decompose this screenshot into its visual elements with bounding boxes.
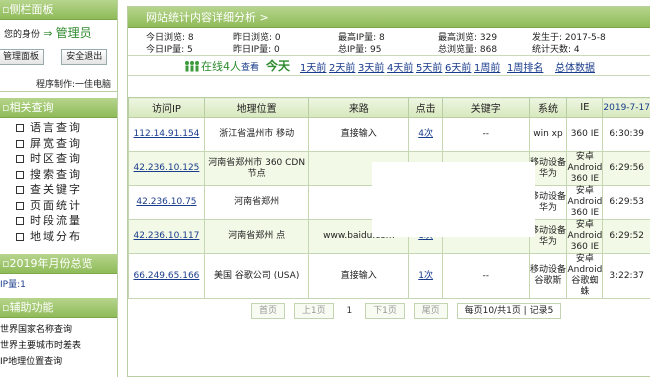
page-info: 每页10/共1页 | 记录5 [456,303,562,319]
time-cell: 3:22:37 [602,253,650,299]
ip-link[interactable]: 42.236.10.117 [134,231,200,241]
table-row: 112.14.91.154 浙江省温州市 移动 直接输入 4次 -- win x… [128,117,650,152]
people-icon [185,61,199,72]
range-4-days[interactable]: 4天前 [387,59,413,74]
logout-button[interactable]: 安全退出 [61,49,108,65]
view-online-link[interactable]: 查看 [241,63,259,73]
aux-link-ip-lookup[interactable]: IP地理位置查询 [0,354,117,370]
checkbox-icon [16,170,24,179]
nav-item-timezone[interactable]: 时区查询 [0,151,117,167]
range-6-days[interactable]: 6天前 [445,59,471,74]
col-clicks: 点击 [408,97,444,118]
col-date: 2019-7-17 [602,97,650,118]
manage-panel-button[interactable]: 管理面板 [0,49,45,65]
browser-cell: 安卓 Android 360 IE [566,219,604,254]
today-link[interactable]: 今天 [266,57,290,74]
nav-item-screen[interactable]: 屏宽查询 [0,136,117,152]
time-cell: 6:29:52 [602,219,650,254]
current-page: 1 [346,306,353,316]
total-ip: 总IP量: 95 [338,45,382,55]
next-page-button[interactable]: 下1页 [365,303,405,319]
source-cell: 直接输入 [308,117,410,152]
ip-link[interactable]: 112.14.91.154 [134,129,200,139]
range-3-days[interactable]: 3天前 [358,59,384,74]
system-cell: win xp [528,117,568,152]
year-section-title: ▫2019年月份总览 [0,254,117,274]
year-ip-count: IP量:1 [0,280,26,290]
ip-link[interactable]: 66.249.65.166 [134,271,200,281]
col-ip: 访问IP [128,97,205,118]
range-overall[interactable]: 总体数据 [555,59,595,74]
aux-section-title: ▫辅助功能 [0,298,117,318]
identity-label: 您的身份 [4,30,41,40]
ip-link[interactable]: 42.236.10.125 [134,163,200,173]
col-browser: IE [566,97,604,118]
query-section-title: ▫相关查询 [0,98,117,118]
col-location: 地理位置 [203,97,310,118]
location-cell: 河南省郑州市 360 CDN节点 [203,151,310,186]
stat-days: 统计天数: 4 [532,45,580,55]
range-2-days[interactable]: 2天前 [329,59,355,74]
checkbox-icon [16,139,24,148]
range-5-days[interactable]: 5天前 [416,59,442,74]
aux-link-countries[interactable]: 世界国家名称查询 [0,322,117,338]
checkbox-icon [16,186,24,194]
checkbox-icon [16,232,24,241]
location-cell: 浙江省温州市 移动 [203,117,310,152]
range-week-rank[interactable]: 1周排名 [507,59,543,74]
total-views: 总浏览量: 868 [438,45,498,55]
ip-link[interactable]: 42.236.10.75 [136,197,196,207]
nav-item-language[interactable]: 语言查询 [0,120,117,136]
redaction-box [372,162,535,237]
nav-item-keyword[interactable]: 查关键字 [0,182,117,198]
clicks-link[interactable]: 1次 [418,271,433,281]
system-cell: 移动设备谷歌斯 [528,253,568,299]
source-cell: 直接输入 [308,253,410,299]
nav-item-region[interactable]: 地域分布 [0,229,117,245]
page-title: 网站统计内容详细分析 > [128,7,650,28]
col-system: 系统 [528,97,568,118]
browser-cell: 安卓 Android 360 IE [566,151,604,186]
credit-text: 程序制作:一佳电脑 [0,78,117,92]
range-1-day[interactable]: 1天前 [300,59,326,74]
browser-cell: 安卓 Android 谷歌蜘蛛 [566,253,604,299]
col-source: 来路 [308,97,410,118]
location-cell: 河南省郑州 点 [203,219,310,254]
keyword-cell: -- [442,117,530,152]
date-toolbar: 在线4人查看 今天 1天前 2天前 3天前 4天前 5天前 6天前 1周前 1周… [128,56,650,76]
sidebar: ▫侧栏面板 您的身份 ⇒ 管理员 管理面板 安全退出 程序制作:一佳电脑 ▫相关… [0,0,118,377]
role-text: 管理员 [55,26,92,40]
col-keyword: 关键字 [442,97,530,118]
today-ip: 今日IP量: 5 [146,45,193,55]
table-row: 66.249.65.166 美国 谷歌公司 (USA) 直接输入 1次 -- 移… [128,253,650,299]
first-page-button[interactable]: 首页 [251,303,286,319]
nav-item-page-stats[interactable]: 页面统计 [0,198,117,214]
nav-item-search[interactable]: 搜索查询 [0,167,117,183]
checkbox-icon [16,217,24,225]
time-cell: 6:29:53 [602,185,650,220]
sidebar-title: ▫侧栏面板 [0,0,117,20]
browser-cell: 360 IE [566,117,604,152]
online-count: 在线4人查看 [184,58,259,74]
location-cell: 美国 谷歌公司 (USA) [203,253,310,299]
nav-item-hourly[interactable]: 时段流量 [0,213,117,229]
range-1-week[interactable]: 1周前 [474,59,500,74]
checkbox-icon [16,155,24,163]
yesterday-ip: 昨日IP量: 0 [233,45,280,55]
time-cell: 6:29:56 [602,151,650,186]
keyword-cell: -- [442,253,530,299]
main-panel: 网站统计内容详细分析 > 今日浏览: 8 昨日浏览: 0 最高IP量: 8 最高… [127,6,650,377]
pagination: 首页 上1页 1 下1页 尾页 每页10/共1页 | 记录5 [251,303,567,319]
aux-link-timezones[interactable]: 世界主要城市时差表 [0,338,117,354]
browser-cell: 安卓 Android 360 IE [566,185,604,220]
arrow-icon: ⇒ [43,27,53,40]
clicks-link[interactable]: 4次 [418,129,433,139]
time-cell: 6:30:39 [602,117,650,152]
checkbox-icon [16,201,24,210]
last-page-button[interactable]: 尾页 [413,303,448,319]
summary-stats: 今日浏览: 8 昨日浏览: 0 最高IP量: 8 最高浏览: 329 发生于: … [128,28,650,56]
checkbox-icon [16,124,24,132]
location-cell: 河南省郑州 [203,185,310,220]
prev-page-button[interactable]: 上1页 [293,303,334,319]
